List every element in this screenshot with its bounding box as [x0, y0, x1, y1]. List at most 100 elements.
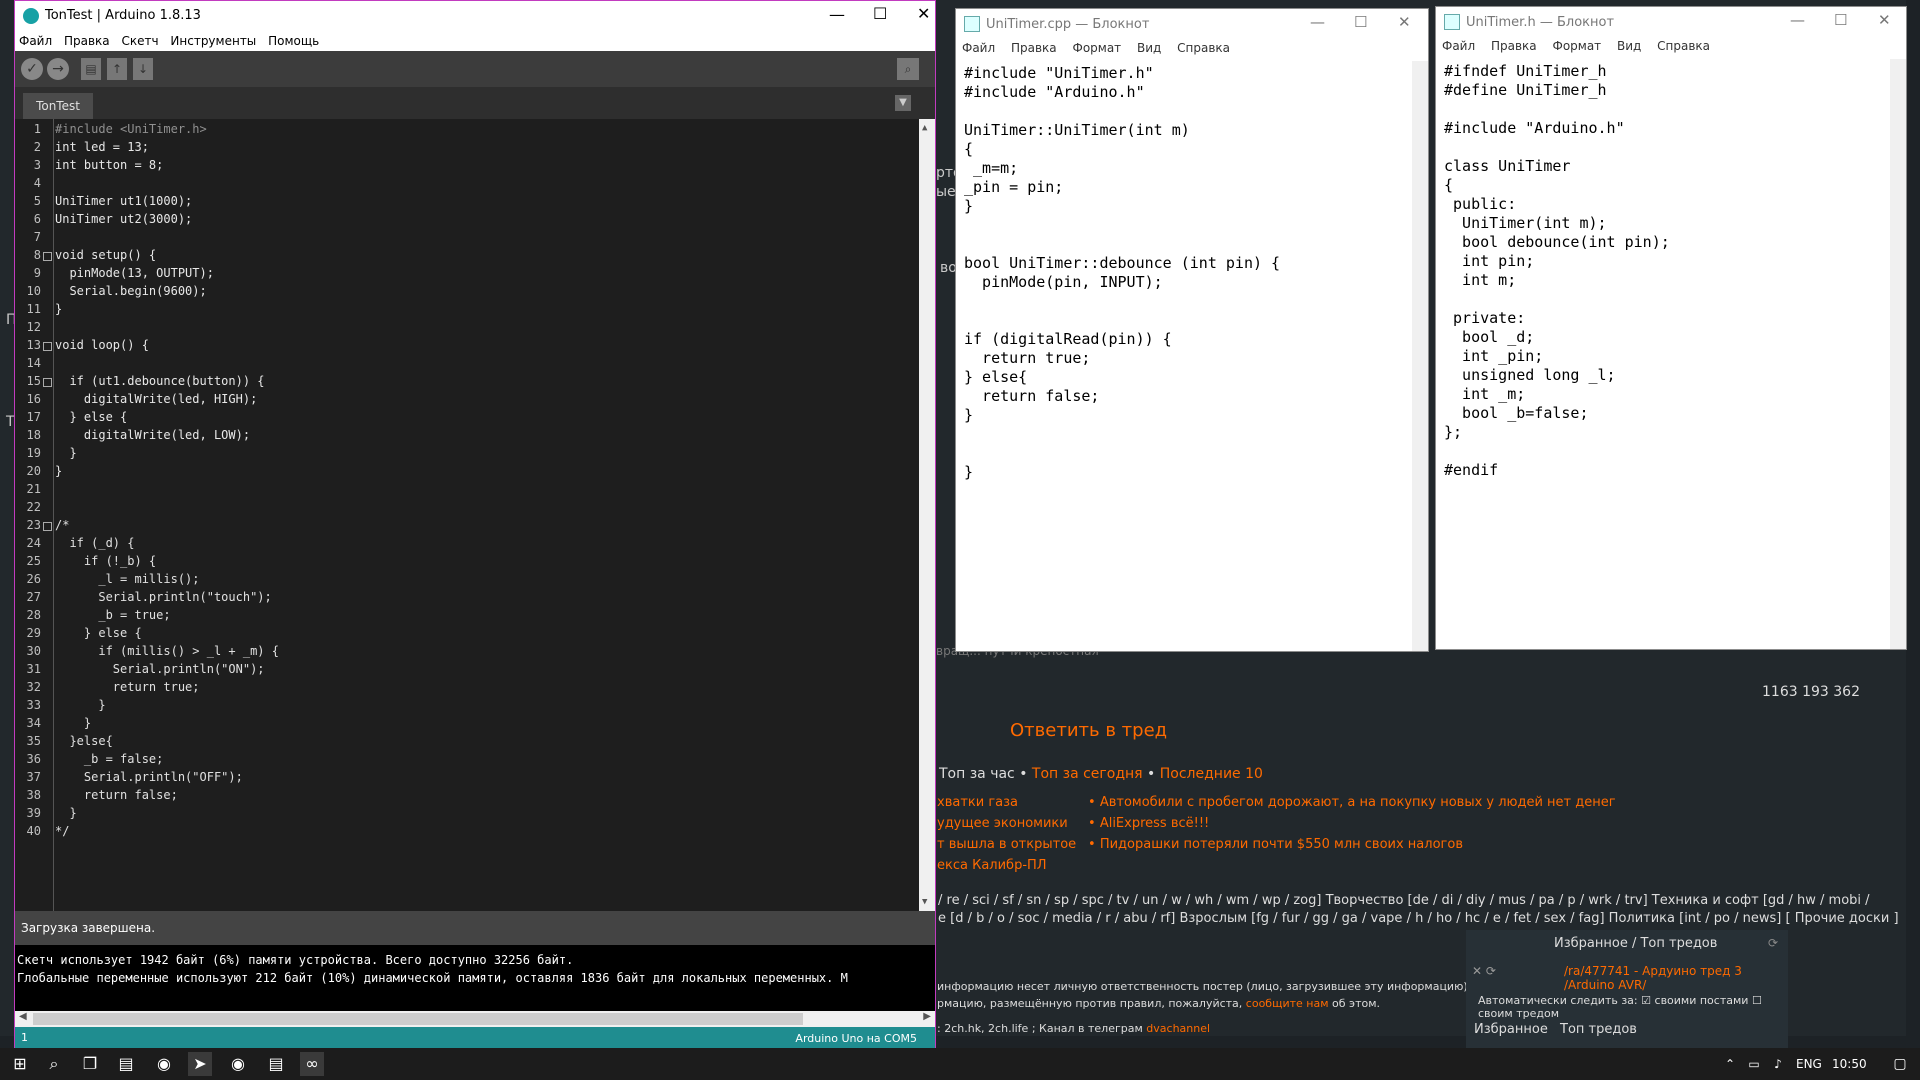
menu-file[interactable]: Файл: [1436, 37, 1481, 53]
network-icon[interactable]: ▭: [1742, 1052, 1766, 1076]
line-number: 30: [26, 644, 41, 658]
notifications-icon[interactable]: ▢: [1888, 1052, 1912, 1076]
serial-monitor-icon[interactable]: ⌕: [897, 58, 919, 80]
minimize-icon[interactable]: —: [1790, 11, 1805, 29]
editor-vscrollbar[interactable]: ▲ ▼: [919, 119, 935, 911]
line-number: 24: [26, 536, 41, 550]
line-number: 32: [26, 680, 41, 694]
news-link[interactable]: т вышла в открытое: [937, 834, 1076, 855]
news-link[interactable]: • Пидорашки потеряли почти $550 млн свои…: [1088, 834, 1616, 855]
news-link[interactable]: • AliExpress всё!!!: [1088, 813, 1616, 834]
notepad-vscrollbar[interactable]: [1890, 59, 1906, 649]
menu-help[interactable]: Справка: [1171, 39, 1236, 55]
code-line: int button = 8;: [55, 158, 164, 172]
favorite-thread-link[interactable]: /ra/477741 - Ардуино тред 3 /Arduino AVR…: [1564, 964, 1788, 992]
code-line: Serial.println("touch");: [55, 590, 272, 604]
volume-icon[interactable]: ♪: [1766, 1052, 1790, 1076]
line-number: 26: [26, 572, 41, 586]
menu-view[interactable]: Вид: [1131, 39, 1167, 55]
menu-edit[interactable]: Правка: [1005, 39, 1063, 55]
verify-icon[interactable]: ✓: [21, 58, 43, 80]
news-link[interactable]: удущее экономики: [937, 813, 1076, 834]
menu-sketch[interactable]: Скетч: [117, 31, 162, 48]
fold-toggle-icon[interactable]: [43, 342, 52, 351]
menu-view[interactable]: Вид: [1611, 37, 1647, 53]
notepad-vscrollbar[interactable]: [1412, 61, 1428, 651]
close-icon[interactable]: ✕: [917, 4, 930, 23]
language-indicator[interactable]: ENG: [1796, 1057, 1822, 1071]
menu-edit[interactable]: Правка: [1485, 37, 1543, 53]
news-link[interactable]: хватки газа: [937, 792, 1076, 813]
tab-top-threads[interactable]: Топ тредов: [1560, 1022, 1637, 1037]
line-number: 36: [26, 752, 41, 766]
menu-format[interactable]: Формат: [1066, 39, 1127, 55]
maximize-icon[interactable]: ☐: [873, 4, 887, 23]
maximize-icon[interactable]: ☐: [1834, 11, 1847, 29]
scroll-down-icon[interactable]: ▼: [922, 897, 927, 907]
menu-help[interactable]: Помощь: [264, 31, 323, 48]
close-icon[interactable]: ✕: [1878, 11, 1891, 29]
menu-help[interactable]: Справка: [1651, 37, 1716, 53]
menu-tools[interactable]: Инструменты: [166, 31, 260, 48]
arduino-titlebar[interactable]: TonTest | Arduino 1.8.13 — ☐ ✕: [15, 1, 935, 31]
save-icon[interactable]: ↓: [133, 58, 153, 80]
arduino-ide-window: TonTest | Arduino 1.8.13 — ☐ ✕ Файл Прав…: [14, 0, 936, 1050]
report-link[interactable]: сообщите нам: [1246, 997, 1329, 1010]
console-hscrollbar[interactable]: ◀ ▶: [15, 1011, 935, 1027]
scroll-up-icon[interactable]: ▲: [922, 123, 927, 133]
open-icon[interactable]: ↑: [107, 58, 127, 80]
task-view-icon[interactable]: ❐: [78, 1052, 102, 1076]
checkbox-own-posts[interactable]: ☑: [1641, 994, 1651, 1007]
news-link[interactable]: екса Калибр-ПЛ: [937, 855, 1076, 876]
notepad-taskbar-icon[interactable]: ▤: [264, 1052, 288, 1076]
checkbox-own-thread[interactable]: ☐: [1752, 994, 1762, 1007]
page-scrollbar[interactable]: [1906, 0, 1920, 1036]
close-icon[interactable]: ✕: [1398, 13, 1411, 31]
windows-start-icon[interactable]: ⊞: [8, 1052, 32, 1076]
minimize-icon[interactable]: —: [829, 5, 845, 24]
chrome-icon[interactable]: ◉: [226, 1052, 250, 1076]
scroll-thumb[interactable]: [33, 1013, 803, 1025]
search-icon[interactable]: ⌕: [42, 1052, 66, 1076]
favorites-title: Избранное / Топ тредов: [1554, 936, 1718, 951]
refresh-icon[interactable]: ⟳: [1768, 936, 1778, 950]
clock[interactable]: 10:50: [1832, 1057, 1867, 1071]
notepad-titlebar[interactable]: UniTimer.cpp — Блокнот — ☐ ✕: [956, 9, 1428, 39]
news-link[interactable]: • Автомобили с пробегом дорожают, а на п…: [1088, 792, 1616, 813]
code-line: if (millis() > _l + _m) {: [55, 644, 279, 658]
tops-last-link[interactable]: Последние 10: [1160, 766, 1263, 782]
minimize-icon[interactable]: —: [1310, 13, 1325, 31]
telegram-link[interactable]: dvachannel: [1146, 1022, 1210, 1035]
notepad-titlebar[interactable]: UniTimer.h — Блокнот — ☐ ✕: [1436, 7, 1906, 37]
fold-toggle-icon[interactable]: [43, 522, 52, 531]
menu-file[interactable]: Файл: [956, 39, 1001, 55]
scroll-left-icon[interactable]: ◀: [19, 1011, 27, 1022]
close-icon[interactable]: ✕ ⟳: [1472, 964, 1496, 978]
menu-edit[interactable]: Правка: [60, 31, 114, 48]
arduino-toolbar: ✓ → ▤ ↑ ↓ ⌕: [15, 51, 935, 87]
arduino-taskbar-icon[interactable]: ∞: [300, 1052, 324, 1076]
maximize-icon[interactable]: ☐: [1354, 13, 1367, 31]
new-sketch-icon[interactable]: ▤: [81, 58, 101, 80]
code-editor[interactable]: 1 2 3 4 5 6 7 8 9 10 11 12 13 14 15 16 17 18 19 20 21 22 23 24 2…: [15, 119, 935, 911]
tops-today-link[interactable]: Топ за сегодня: [1032, 766, 1143, 782]
menu-file[interactable]: Файл: [15, 31, 56, 48]
tab-favorites[interactable]: Избранное: [1474, 1022, 1548, 1037]
tab-menu-icon[interactable]: ▼: [895, 95, 911, 111]
reply-link[interactable]: Ответить в тред: [1010, 720, 1167, 741]
board-list-line[interactable]: e [d / b / o / soc / media / r / abu / r…: [938, 910, 1899, 928]
code-line: digitalWrite(led, LOW);: [55, 428, 251, 442]
menu-format[interactable]: Формат: [1546, 37, 1607, 53]
telegram-icon[interactable]: ➤: [188, 1052, 212, 1076]
chrome-icon[interactable]: ◉: [152, 1052, 176, 1076]
scroll-right-icon[interactable]: ▶: [923, 1011, 931, 1022]
fold-toggle-icon[interactable]: [43, 378, 52, 387]
notepad-text-area[interactable]: #ifndef UniTimer_h #define UniTimer_h #i…: [1444, 62, 1670, 480]
board-list-line[interactable]: / re / sci / sf / sn / sp / spc / tv / u…: [938, 892, 1899, 910]
tray-chevron-icon[interactable]: ⌃: [1718, 1052, 1742, 1076]
fold-toggle-icon[interactable]: [43, 252, 52, 261]
upload-icon[interactable]: →: [47, 58, 69, 80]
notepad-taskbar-icon[interactable]: ▤: [114, 1052, 138, 1076]
notepad-text-area[interactable]: #include "UniTimer.h" #include "Arduino.…: [964, 64, 1280, 482]
tab-tontest[interactable]: TonTest: [23, 93, 93, 119]
